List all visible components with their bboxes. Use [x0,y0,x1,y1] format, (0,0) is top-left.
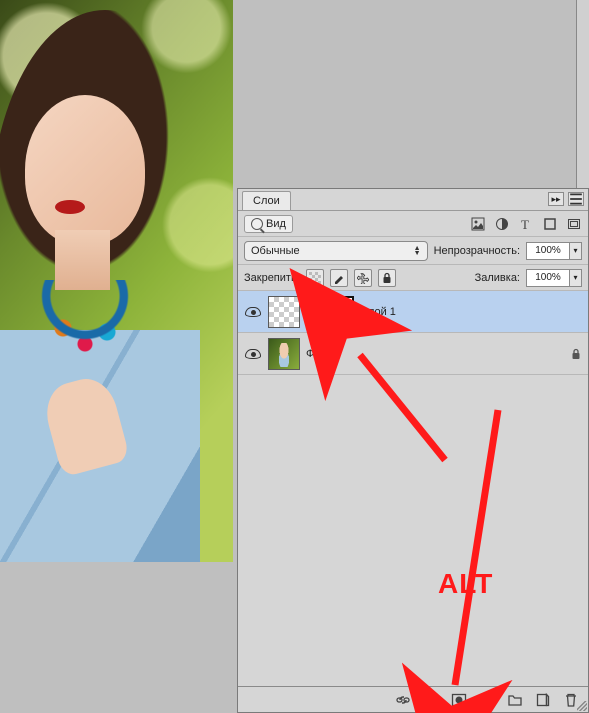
layer-row[interactable]: Фон [238,333,588,375]
opacity-dropdown[interactable]: ▾ [570,242,582,260]
layer-style-button[interactable]: fx▾ [422,691,440,709]
layer-row[interactable]: Слой 1 [238,291,588,333]
eye-icon [245,307,261,317]
new-layer-button[interactable] [534,691,552,709]
blend-row: Обычные ▲▼ Непрозрачность: 100% ▾ [238,237,588,265]
lock-icon [570,348,582,360]
layer-name[interactable]: Слой 1 [360,306,396,318]
new-group-button[interactable] [506,691,524,709]
layer-filter-select[interactable]: Вид [244,215,293,233]
panel-tabbar: Слои ▸▸ [238,189,588,211]
layers-list: Слой 1 Фон [238,291,588,686]
panel-menu-button[interactable] [568,192,584,206]
eye-icon [245,349,261,359]
annotation-label: ALT [438,568,493,600]
filter-type-icon[interactable]: T [518,216,534,232]
visibility-toggle[interactable] [244,303,262,321]
lock-position-button[interactable] [354,269,372,287]
add-mask-button[interactable] [450,691,468,709]
fill-input[interactable]: 100% [526,269,570,287]
link-layers-button[interactable] [394,691,412,709]
lock-label: Закрепить: [244,272,300,284]
blend-mode-select[interactable]: Обычные ▲▼ [244,241,428,261]
collapse-button[interactable]: ▸▸ [548,192,564,206]
fill-dropdown[interactable]: ▾ [570,269,582,287]
lock-pixels-button[interactable] [330,269,348,287]
canvas-area [0,0,233,713]
filter-row: Вид T [238,211,588,237]
lock-all-button[interactable] [378,269,396,287]
fill-label: Заливка: [475,272,520,284]
lock-row: Закрепить: Заливка: 100% ▾ [238,265,588,291]
svg-text:T: T [521,217,529,231]
tab-layers[interactable]: Слои [242,191,291,210]
layers-panel: Слои ▸▸ Вид T Обычные ▲▼ Непрозрачность: [237,188,589,713]
resize-grip-icon[interactable] [577,701,587,711]
filter-shape-icon[interactable] [542,216,558,232]
new-adjustment-button[interactable] [478,691,496,709]
search-icon [251,218,263,230]
opacity-input[interactable]: 100% [526,242,570,260]
filter-label: Вид [266,218,286,230]
layer-name[interactable]: Фон [306,348,327,360]
opacity-label: Непрозрачность: [434,245,520,257]
blend-mode-value: Обычные [251,245,300,257]
filter-adjust-icon[interactable] [494,216,510,232]
layer-thumbnail[interactable] [268,296,300,328]
document-photo [0,0,233,562]
layer-mask-thumbnail[interactable] [322,296,354,328]
mask-link-icon[interactable] [306,305,316,319]
layers-bottom-bar: fx▾ [238,686,588,712]
visibility-toggle[interactable] [244,345,262,363]
filter-smart-icon[interactable] [566,216,582,232]
filter-pixel-icon[interactable] [470,216,486,232]
layer-thumbnail[interactable] [268,338,300,370]
lock-transparent-button[interactable] [306,269,324,287]
updown-icon: ▲▼ [414,246,421,256]
